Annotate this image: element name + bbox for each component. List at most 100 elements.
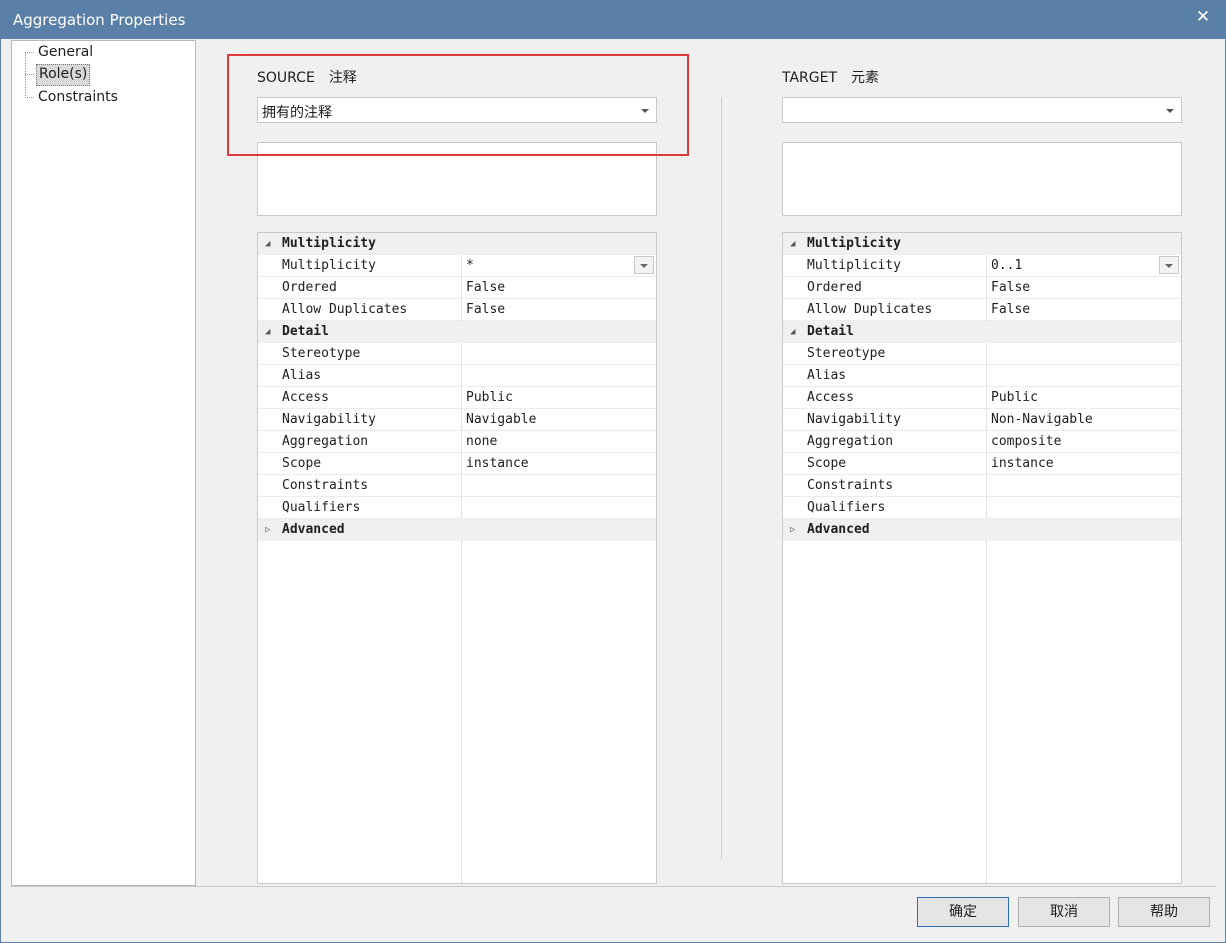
- highlight-box: [227, 54, 689, 156]
- cell-divider: [986, 277, 987, 299]
- property-row[interactable]: Multiplicity 0..1: [783, 255, 1181, 277]
- category-name: Advanced: [282, 522, 345, 537]
- property-value[interactable]: False: [991, 280, 1030, 295]
- category-row[interactable]: ▷ Advanced: [783, 519, 1181, 541]
- property-row[interactable]: Allow Duplicates False: [258, 299, 656, 321]
- property-row[interactable]: Navigability Non-Navigable: [783, 409, 1181, 431]
- property-row[interactable]: Stereotype: [783, 343, 1181, 365]
- property-name: Alias: [807, 368, 847, 383]
- property-row[interactable]: Alias: [783, 365, 1181, 387]
- expand-icon[interactable]: ▷: [265, 525, 270, 535]
- cell-divider: [986, 431, 987, 453]
- target-role-combo[interactable]: [782, 97, 1182, 123]
- property-value[interactable]: *: [466, 258, 474, 273]
- cell-divider: [461, 431, 462, 453]
- property-row[interactable]: Ordered False: [783, 277, 1181, 299]
- property-name: Scope: [807, 456, 847, 471]
- multiplicity-dropdown-icon[interactable]: [634, 256, 654, 274]
- property-value[interactable]: Public: [991, 390, 1038, 405]
- tree-line: [25, 52, 34, 53]
- cell-divider: [461, 277, 462, 299]
- property-name: Ordered: [807, 280, 862, 295]
- collapse-icon[interactable]: ◢: [790, 239, 795, 249]
- property-value[interactable]: 0..1: [991, 258, 1022, 273]
- property-name: Stereotype: [807, 346, 886, 361]
- panel-divider: [721, 97, 722, 860]
- category-name: Detail: [807, 324, 854, 339]
- property-value[interactable]: Non-Navigable: [991, 412, 1093, 427]
- expand-icon[interactable]: ▷: [790, 525, 795, 535]
- property-value[interactable]: Public: [466, 390, 513, 405]
- cell-divider: [461, 497, 462, 519]
- nav-item-constraints[interactable]: Constraints: [36, 87, 120, 107]
- tree-line: [25, 97, 34, 98]
- cell-divider: [986, 255, 987, 277]
- property-value[interactable]: Navigable: [466, 412, 536, 427]
- property-value[interactable]: False: [466, 280, 505, 295]
- property-name: Aggregation: [282, 434, 369, 449]
- property-row[interactable]: Aggregation none: [258, 431, 656, 453]
- property-row[interactable]: Multiplicity *: [258, 255, 656, 277]
- property-row[interactable]: Stereotype: [258, 343, 656, 365]
- ok-button[interactable]: 确定: [917, 897, 1009, 927]
- footer-divider: [11, 886, 1216, 887]
- category-name: Multiplicity: [282, 236, 376, 251]
- cell-divider: [986, 409, 987, 431]
- category-row[interactable]: ◢ Multiplicity: [258, 233, 656, 255]
- property-row[interactable]: Scope instance: [258, 453, 656, 475]
- cell-divider: [986, 453, 987, 475]
- property-value[interactable]: none: [466, 434, 497, 449]
- property-row[interactable]: Access Public: [258, 387, 656, 409]
- property-value[interactable]: composite: [991, 434, 1061, 449]
- cell-divider: [986, 475, 987, 497]
- property-name: Allow Duplicates: [282, 302, 408, 317]
- cell-divider: [461, 453, 462, 475]
- cancel-button[interactable]: 取消: [1018, 897, 1110, 927]
- property-row[interactable]: Alias: [258, 365, 656, 387]
- dialog-window: Aggregation Properties ✕ General Role(s)…: [0, 0, 1226, 943]
- property-name: Access: [282, 390, 329, 405]
- property-name: Aggregation: [807, 434, 894, 449]
- property-name: Allow Duplicates: [807, 302, 933, 317]
- nav-item-general[interactable]: General: [36, 42, 95, 62]
- property-row[interactable]: Qualifiers: [783, 497, 1181, 519]
- property-value[interactable]: False: [991, 302, 1030, 317]
- property-value[interactable]: False: [466, 302, 505, 317]
- cell-divider: [986, 365, 987, 387]
- property-value[interactable]: instance: [466, 456, 529, 471]
- cell-divider: [986, 497, 987, 519]
- property-row[interactable]: Scope instance: [783, 453, 1181, 475]
- category-row[interactable]: ▷ Advanced: [258, 519, 656, 541]
- property-name: Ordered: [282, 280, 337, 295]
- category-row[interactable]: ◢ Detail: [258, 321, 656, 343]
- cell-divider: [461, 409, 462, 431]
- property-value[interactable]: instance: [991, 456, 1054, 471]
- target-header: TARGET 元素: [782, 67, 879, 87]
- title-bar: Aggregation Properties ✕: [1, 1, 1225, 39]
- property-row[interactable]: Qualifiers: [258, 497, 656, 519]
- property-row[interactable]: Constraints: [783, 475, 1181, 497]
- property-name: Navigability: [282, 412, 376, 427]
- chevron-down-icon[interactable]: [1166, 109, 1174, 113]
- property-row[interactable]: Access Public: [783, 387, 1181, 409]
- property-row[interactable]: Navigability Navigable: [258, 409, 656, 431]
- target-notes-box[interactable]: [782, 142, 1182, 216]
- property-row[interactable]: Ordered False: [258, 277, 656, 299]
- close-icon[interactable]: ✕: [1189, 5, 1217, 29]
- help-button[interactable]: 帮助: [1118, 897, 1210, 927]
- collapse-icon[interactable]: ◢: [265, 327, 270, 337]
- cell-divider: [461, 343, 462, 365]
- property-row[interactable]: Aggregation composite: [783, 431, 1181, 453]
- category-row[interactable]: ◢ Detail: [783, 321, 1181, 343]
- property-row[interactable]: Allow Duplicates False: [783, 299, 1181, 321]
- category-row[interactable]: ◢ Multiplicity: [783, 233, 1181, 255]
- collapse-icon[interactable]: ◢: [265, 239, 270, 249]
- property-name: Access: [807, 390, 854, 405]
- property-name: Qualifiers: [807, 500, 886, 515]
- cell-divider: [986, 387, 987, 409]
- property-name: Alias: [282, 368, 322, 383]
- nav-item-roles[interactable]: Role(s): [36, 64, 91, 86]
- property-row[interactable]: Constraints: [258, 475, 656, 497]
- collapse-icon[interactable]: ◢: [790, 327, 795, 337]
- multiplicity-dropdown-icon[interactable]: [1159, 256, 1179, 274]
